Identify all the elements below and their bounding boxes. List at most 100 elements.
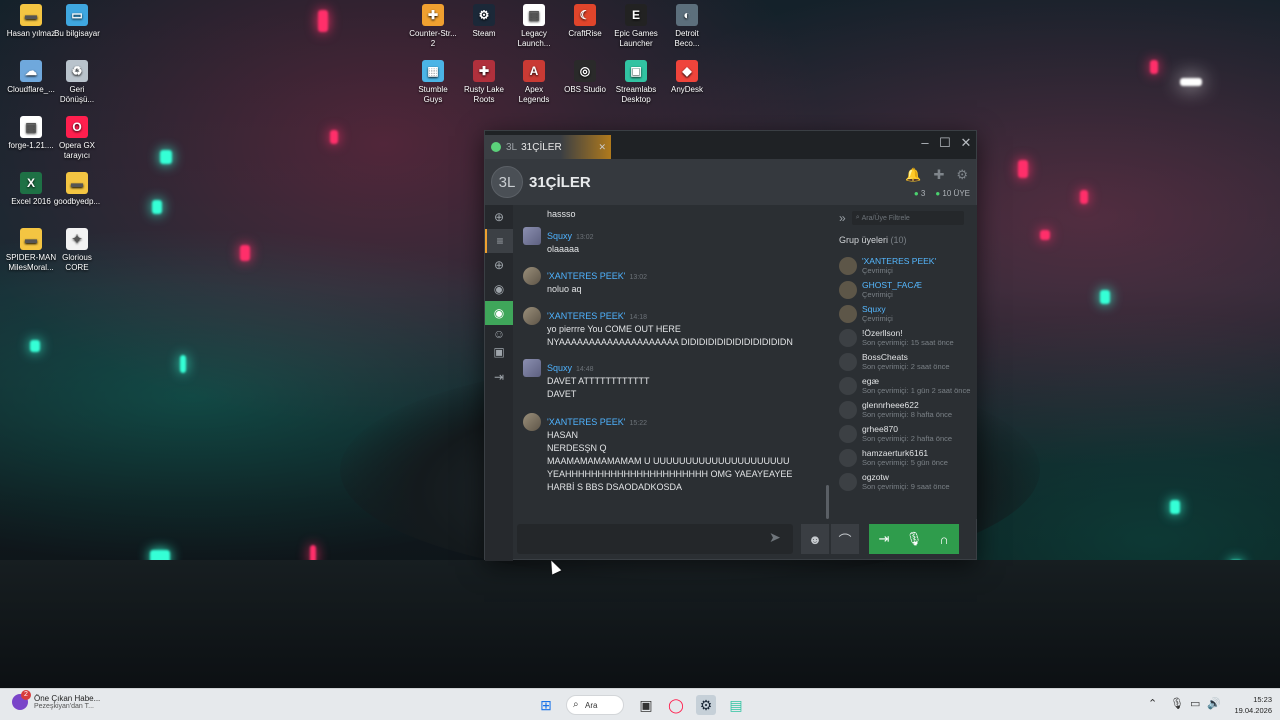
voice-user-avatar[interactable]: ▣ <box>485 343 513 361</box>
member-item[interactable]: Squxy Çevrimiçi <box>839 303 977 325</box>
neon-light <box>1018 160 1028 178</box>
desktop-shortcut[interactable]: ▣ Streamlabs Desktop <box>608 60 664 105</box>
title-bar[interactable]: 3L 31ÇİLER ✕ – ☐ ✕ <box>485 131 976 159</box>
group-avatar[interactable]: 3L <box>491 166 523 198</box>
member-item[interactable]: hamzaerturk6161 Son çevrimiçi: 5 gün önce <box>839 447 977 469</box>
avatar[interactable] <box>523 307 541 325</box>
member-item[interactable]: GHOST_FACÆ Çevrimiçi <box>839 279 977 301</box>
member-item[interactable]: !Özerllson! Son çevrimiçi: 15 saat önce <box>839 327 977 349</box>
member-name: hamzaerturk6161 <box>862 448 929 458</box>
streamlabs-icon[interactable]: ▤ <box>726 695 746 715</box>
clock[interactable]: 15:23 19.04.2026 <box>1228 694 1272 716</box>
add-member-icon[interactable]: ✚ <box>933 167 944 183</box>
message-author[interactable]: 'XANTERES PEEK' 13:02 <box>547 271 647 281</box>
desktop-shortcut[interactable]: E Epic Games Launcher <box>608 4 664 49</box>
avatar <box>839 425 857 443</box>
desktop-shortcut[interactable]: O Opera GX tarayıcı <box>49 116 105 161</box>
leave-call-button[interactable]: ⇥ <box>869 524 899 554</box>
member-item[interactable]: glennrheee622 Son çevrimiçi: 8 hafta önce <box>839 399 977 421</box>
member-filter-input[interactable]: ⌕ Ara/Üye Filtrele <box>851 211 964 225</box>
message-author[interactable]: Squxy 13:02 <box>547 231 594 241</box>
headphones-button[interactable]: ∩ <box>929 524 959 554</box>
search-icon: ⌕ <box>573 699 579 710</box>
desktop-shortcut[interactable]: ◐ Detroit Beco... <box>659 4 715 49</box>
member-item[interactable]: 'XANTERES PEEK' Çevrimiçi <box>839 255 977 277</box>
desktop-shortcut[interactable]: ✚ Counter-Str... 2 <box>405 4 461 49</box>
desktop-shortcut[interactable]: ▦ Stumble Guys <box>405 60 461 105</box>
message-text: olaaaaa <box>547 244 580 254</box>
chat-window[interactable]: 3L 31ÇİLER ✕ – ☐ ✕ 3L 31ÇİLER 🔔 ✚ ⚙ ● 3 … <box>484 130 977 561</box>
member-item[interactable]: BossCheats Son çevrimiçi: 2 saat önce <box>839 351 977 373</box>
desktop-shortcut[interactable]: ☾ CraftRise <box>557 4 613 39</box>
opera-gx-icon[interactable]: ◯ <box>666 695 686 715</box>
desktop-shortcut[interactable]: ♻ Geri Dönüşü... <box>49 60 105 105</box>
text-channel-icon[interactable]: ≡ <box>485 229 513 253</box>
member-item[interactable]: egæ Son çevrimiçi: 1 gün 2 saat önce <box>839 375 977 397</box>
message-author[interactable]: Squxy 14:48 <box>547 363 594 373</box>
chevron-up-icon[interactable]: ⌃ <box>1148 697 1157 710</box>
volume-icon[interactable]: 🔊 <box>1207 697 1221 710</box>
message-scrollbar[interactable] <box>825 205 831 519</box>
close-button[interactable]: ✕ <box>957 135 975 151</box>
bell-icon[interactable]: 🔔 <box>905 167 921 183</box>
desktop-shortcut-label: Geri Dönüşü... <box>59 85 95 104</box>
taskbar: 2 Öne Çıkan Habe... Pezeşkiyan'dan T... … <box>0 688 1280 720</box>
member-status: Son çevrimiçi: 15 saat önce <box>862 338 954 347</box>
active-voice-icon[interactable]: ◉ <box>485 301 513 325</box>
network-icon[interactable]: ▭ <box>1190 697 1200 710</box>
steam-icon[interactable]: ⚙ <box>696 695 716 715</box>
tab-group-chat[interactable]: 3L 31ÇİLER ✕ <box>485 135 611 159</box>
avatar[interactable] <box>523 267 541 285</box>
scroll-thumb[interactable] <box>826 485 829 519</box>
message-input[interactable] <box>517 524 793 554</box>
voice-channel-icon[interactable]: ◉ <box>485 277 513 301</box>
member-item[interactable]: ogzotw Son çevrimiçi: 9 saat önce <box>839 471 977 493</box>
desktop-shortcut[interactable]: ▬ goodbyedp... <box>49 172 105 207</box>
taskbar-search[interactable]: ⌕ Ara <box>566 695 624 715</box>
send-icon[interactable]: ➤ <box>769 529 781 546</box>
minimize-button[interactable]: – <box>916 135 934 150</box>
desktop-shortcut-label: CraftRise <box>568 29 602 38</box>
gear-icon[interactable]: ⚙ <box>956 167 968 183</box>
news-widget[interactable]: 2 Öne Çıkan Habe... Pezeşkiyan'dan T... <box>12 690 100 710</box>
desktop-shortcut-label: Streamlabs Desktop <box>615 85 657 104</box>
member-name: ogzotw <box>862 472 889 482</box>
message-author[interactable]: 'XANTERES PEEK' 15:22 <box>547 417 647 427</box>
microphone-icon[interactable]: 🎙 <box>1170 697 1184 710</box>
avatar[interactable] <box>523 413 541 431</box>
tab-close-icon[interactable]: ✕ <box>598 142 606 153</box>
message-author[interactable]: 'XANTERES PEEK' 14:18 <box>547 311 647 321</box>
message-list[interactable]: hassso Squxy 13:02 olaaaaa 'XANTERES PEEK' 13… <box>515 205 833 519</box>
desktop-shortcut[interactable]: ◆ AnyDesk <box>659 60 715 95</box>
desktop-shortcut[interactable]: ✦ Glorious CORE <box>49 228 105 273</box>
desktop-shortcut[interactable]: ▤ Legacy Launch... <box>506 4 562 49</box>
desktop-shortcut[interactable]: ◎ OBS Studio <box>557 60 613 95</box>
desktop-shortcut[interactable]: ⚙ Steam <box>456 4 512 39</box>
news-icon: 2 <box>12 690 31 710</box>
windows-start-icon[interactable]: ⊞ <box>536 695 556 715</box>
desktop-shortcut[interactable]: ✚ Rusty Lake Roots <box>456 60 512 105</box>
member-item[interactable]: grhee870 Son çevrimiçi: 2 hafta önce <box>839 423 977 445</box>
composer: ➤ ☻ ⌒ ⇥ 🎙 ∩ <box>515 521 975 557</box>
attach-button[interactable]: ⌒ <box>831 524 859 554</box>
desktop-shortcut[interactable]: ▭ Bu bilgisayar <box>49 4 105 39</box>
maximize-button[interactable]: ☐ <box>936 135 954 151</box>
microphone-button[interactable]: 🎙 <box>899 524 929 554</box>
detroit-icon: ◐ <box>676 4 698 26</box>
add-chat-icon[interactable]: ⊕ <box>485 205 513 229</box>
recycle-bin-icon: ♻ <box>66 60 88 82</box>
desktop-shortcut[interactable]: A Apex Legends <box>506 60 562 105</box>
tab-short: 3L <box>506 141 518 153</box>
collapse-icon[interactable]: » <box>839 211 846 225</box>
message-text: NERDESŞN Q <box>547 443 607 453</box>
rusty-lake-icon: ✚ <box>473 60 495 82</box>
voice-user-avatar[interactable]: ☺ <box>485 325 513 343</box>
member-name: BossCheats <box>862 352 908 362</box>
desktop-shortcut-label: Hasan yılmaz <box>6 29 56 38</box>
task-view-icon[interactable]: ▣ <box>636 695 656 715</box>
emoji-button[interactable]: ☻ <box>801 524 829 554</box>
avatar[interactable] <box>523 227 541 245</box>
add-voice-icon[interactable]: ⊕ <box>485 253 513 277</box>
avatar[interactable] <box>523 359 541 377</box>
leave-voice-icon[interactable]: ⇥ <box>485 365 513 389</box>
